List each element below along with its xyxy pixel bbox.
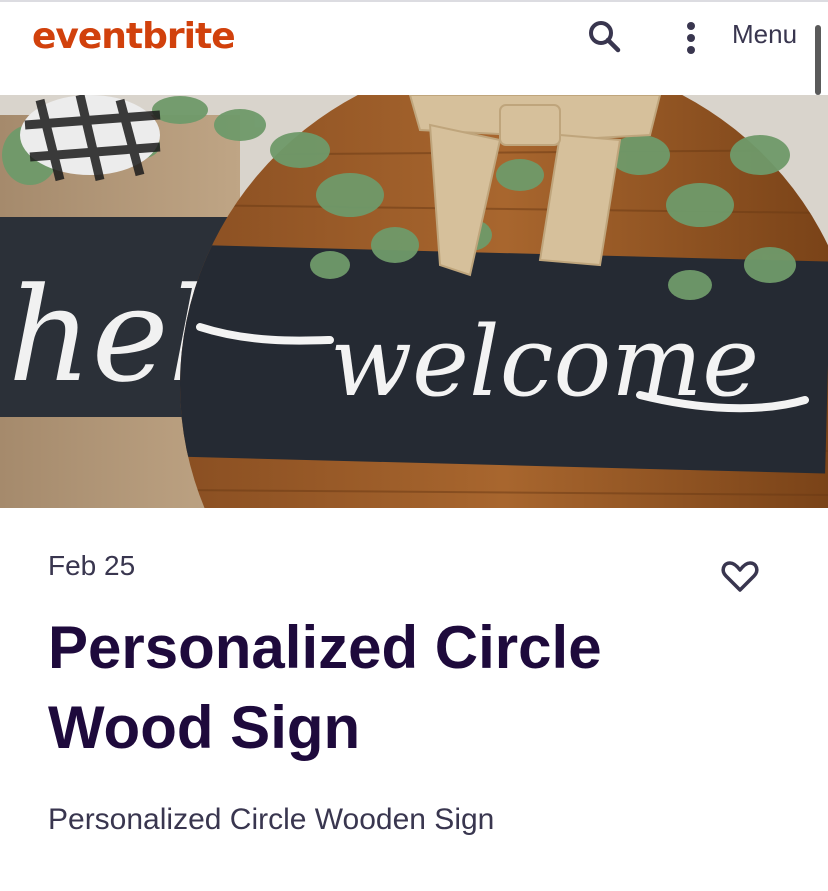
eventbrite-logo[interactable]: eventbrite — [32, 16, 236, 57]
hero-text-left: hel — [8, 259, 210, 411]
search-icon — [589, 21, 621, 53]
event-title: Personalized Circle Wood Sign — [48, 614, 602, 761]
event-summary: Personalized Circle Wooden Sign — [48, 803, 495, 836]
more-vertical-icon — [687, 22, 695, 30]
heart-outline-icon — [721, 561, 759, 592]
menu-button[interactable]: Menu — [732, 19, 797, 50]
site-header: eventbrite Menu — [0, 2, 828, 95]
hero-photo: hel welcome — [0, 95, 828, 508]
more-options-button[interactable] — [676, 16, 706, 60]
search-button[interactable] — [585, 18, 625, 58]
event-date: Feb 25 — [48, 550, 136, 581]
scrollbar[interactable] — [815, 25, 821, 95]
hero-text-welcome: welcome — [330, 306, 759, 418]
hero-image: hel welcome — [0, 95, 828, 508]
like-button[interactable] — [719, 557, 761, 597]
